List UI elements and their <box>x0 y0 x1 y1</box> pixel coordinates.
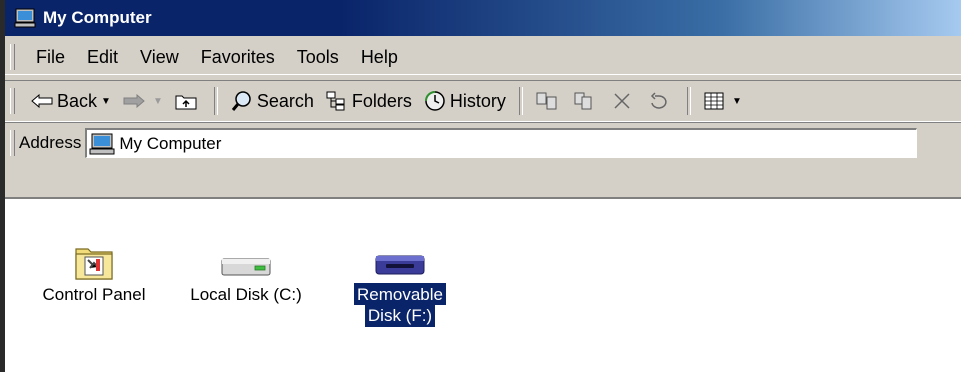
menu-bar: File Edit View Favorites Tools Help <box>5 39 961 75</box>
history-button[interactable]: History <box>418 85 512 117</box>
back-button[interactable]: Back ▼ <box>25 85 117 117</box>
folders-icon <box>326 91 345 111</box>
local-disk-item[interactable]: Local Disk (C:) <box>171 239 321 306</box>
move-to-icon <box>536 92 557 110</box>
copy-to-icon <box>574 92 592 110</box>
history-icon <box>424 91 445 111</box>
views-icon <box>704 92 724 110</box>
standard-toolbar: Back ▼ ▼ Search Folders History ▼ <box>5 80 961 122</box>
forward-arrow-icon <box>123 94 145 108</box>
search-button[interactable]: Search <box>225 85 320 117</box>
folders-button[interactable]: Folders <box>320 85 418 117</box>
search-label: Search <box>256 90 314 111</box>
up-folder-icon <box>175 95 197 110</box>
address-label: Address <box>19 133 82 152</box>
toolbar-grip[interactable] <box>10 88 15 114</box>
back-label: Back <box>57 90 98 111</box>
folders-label: Folders <box>351 90 412 111</box>
forward-dropdown-icon[interactable]: ▼ <box>153 96 163 107</box>
control-panel-item[interactable]: Control Panel <box>19 239 169 306</box>
menu-favorites[interactable]: Favorites <box>190 42 286 72</box>
folder-view[interactable]: Control Panel Local Disk (C:) Removable … <box>5 197 961 372</box>
forward-button[interactable]: ▼ <box>117 85 169 117</box>
removable-disk-icon <box>375 255 425 275</box>
toolbar-separator <box>213 87 218 115</box>
address-bar: Address My Computer <box>5 124 961 162</box>
item-label: Local Disk (C:) <box>190 285 302 304</box>
undo-button[interactable] <box>642 85 680 117</box>
item-label-line-1: Removable <box>354 283 446 305</box>
toolbar-separator <box>686 87 691 115</box>
back-arrow-icon <box>31 94 53 108</box>
menu-help[interactable]: Help <box>350 42 409 72</box>
undo-icon <box>650 92 667 109</box>
hard-disk-icon <box>221 258 271 276</box>
explorer-window: My Computer File Edit View Favorites Too… <box>0 0 961 372</box>
views-button[interactable]: ▼ <box>698 85 748 117</box>
menu-tools[interactable]: Tools <box>286 42 350 72</box>
removable-disk-item[interactable]: Removable Disk (F:) <box>340 239 460 327</box>
menu-bar-grip[interactable] <box>10 43 15 70</box>
up-button[interactable] <box>169 85 207 117</box>
move-to-button[interactable] <box>530 85 568 117</box>
views-dropdown-icon[interactable]: ▼ <box>732 96 742 107</box>
window-title: My Computer <box>43 8 152 27</box>
address-value: My Computer <box>119 133 222 153</box>
toolbar-separator <box>518 87 523 115</box>
item-label: Control Panel <box>42 285 146 304</box>
search-icon <box>231 91 251 111</box>
back-dropdown-icon[interactable]: ▼ <box>101 96 111 107</box>
my-computer-icon <box>14 8 36 28</box>
menu-edit[interactable]: Edit <box>76 42 129 72</box>
copy-to-button[interactable] <box>568 85 606 117</box>
address-input[interactable]: My Computer <box>85 128 918 158</box>
history-label: History <box>449 90 506 111</box>
delete-icon <box>614 93 630 109</box>
control-panel-icon <box>75 248 113 280</box>
item-label-line-2: Disk (F:) <box>364 305 436 327</box>
address-bar-grip[interactable] <box>10 130 15 156</box>
menu-view[interactable]: View <box>129 42 190 72</box>
title-bar[interactable]: My Computer <box>5 0 961 36</box>
delete-button[interactable] <box>606 85 642 117</box>
menu-file[interactable]: File <box>25 42 76 72</box>
my-computer-icon <box>89 133 115 154</box>
